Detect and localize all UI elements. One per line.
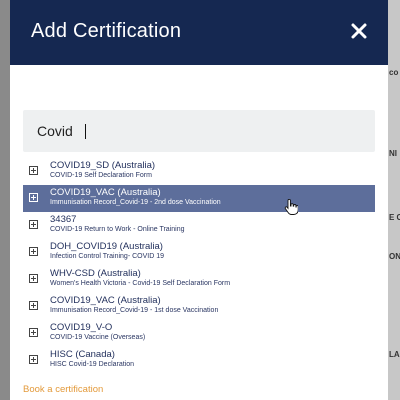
background-text: ON [389,252,400,261]
expand-plus-icon[interactable] [29,193,38,202]
search-input[interactable] [23,110,375,152]
list-item[interactable]: COVID19_VAC (Australia) Immunisation Rec… [23,293,375,320]
list-item[interactable]: WHV-CSD (Australia) Women's Health Victo… [23,266,375,293]
certification-description: Infection Control Training- COVID 19 [50,253,164,260]
certification-code: HISC (Canada) [50,349,115,360]
certification-code: DOH_COVID19 (Australia) [50,241,163,252]
expand-plus-icon[interactable] [29,328,38,337]
list-item[interactable]: DOH_COVID19 (Australia) Infection Contro… [23,239,375,266]
certification-description: Immunisation Record_Covid-19 - 1st dose … [50,307,219,314]
modal-title: Add Certification [31,20,182,42]
search-box [23,110,375,152]
background-text: E C [389,213,400,222]
background-page-edge [388,0,400,400]
certification-description: Immunisation Record_Covid-19 - 2nd dose … [50,199,221,206]
certification-code: COVID19_VAC (Australia) [50,295,161,306]
list-item-selected[interactable]: COVID19_VAC (Australia) Immunisation Rec… [23,185,375,212]
certification-description: HISC Covid-19 Declaration [50,361,135,368]
certification-code: WHV-CSD (Australia) [50,268,141,279]
close-icon[interactable] [348,20,370,42]
modal-header: Add Certification [10,0,388,65]
certification-code: COVID19_VAC (Australia) [50,187,161,198]
background-text: LA [389,350,400,359]
background-text: co [389,68,399,77]
expand-plus-icon[interactable] [29,247,38,256]
certification-description: COVID-19 Self Declaration Form [50,172,152,179]
add-certification-modal: Add Certification COVID19_SD (Australia)… [10,0,388,400]
certification-description: COVID-19 Vaccine (Overseas) [50,334,146,341]
expand-plus-icon[interactable] [29,274,38,283]
background-text: NI [389,149,397,158]
expand-plus-icon[interactable] [29,166,38,175]
certification-description: Women's Health Victoria - Covid-19 Self … [50,280,231,287]
results-list: COVID19_SD (Australia) COVID-19 Self Dec… [23,158,375,374]
expand-plus-icon[interactable] [29,355,38,364]
expand-plus-icon[interactable] [29,220,38,229]
text-cursor [85,124,86,139]
certification-code: COVID19_V-O [50,322,113,333]
list-item[interactable]: COVID19_SD (Australia) COVID-19 Self Dec… [23,158,375,185]
certification-code: 34367 [50,214,77,225]
expand-plus-icon[interactable] [29,301,38,310]
certification-description: COVID-19 Return to Work - Online Trainin… [50,226,185,233]
certification-code: COVID19_SD (Australia) [50,160,156,171]
list-item[interactable]: COVID19_V-O COVID-19 Vaccine (Overseas) [23,320,375,347]
hand-pointer-icon [284,199,298,215]
list-item[interactable]: 34367 COVID-19 Return to Work - Online T… [23,212,375,239]
list-item[interactable]: HISC (Canada) HISC Covid-19 Declaration [23,347,375,374]
book-certification-link[interactable]: Book a certification [23,384,103,395]
